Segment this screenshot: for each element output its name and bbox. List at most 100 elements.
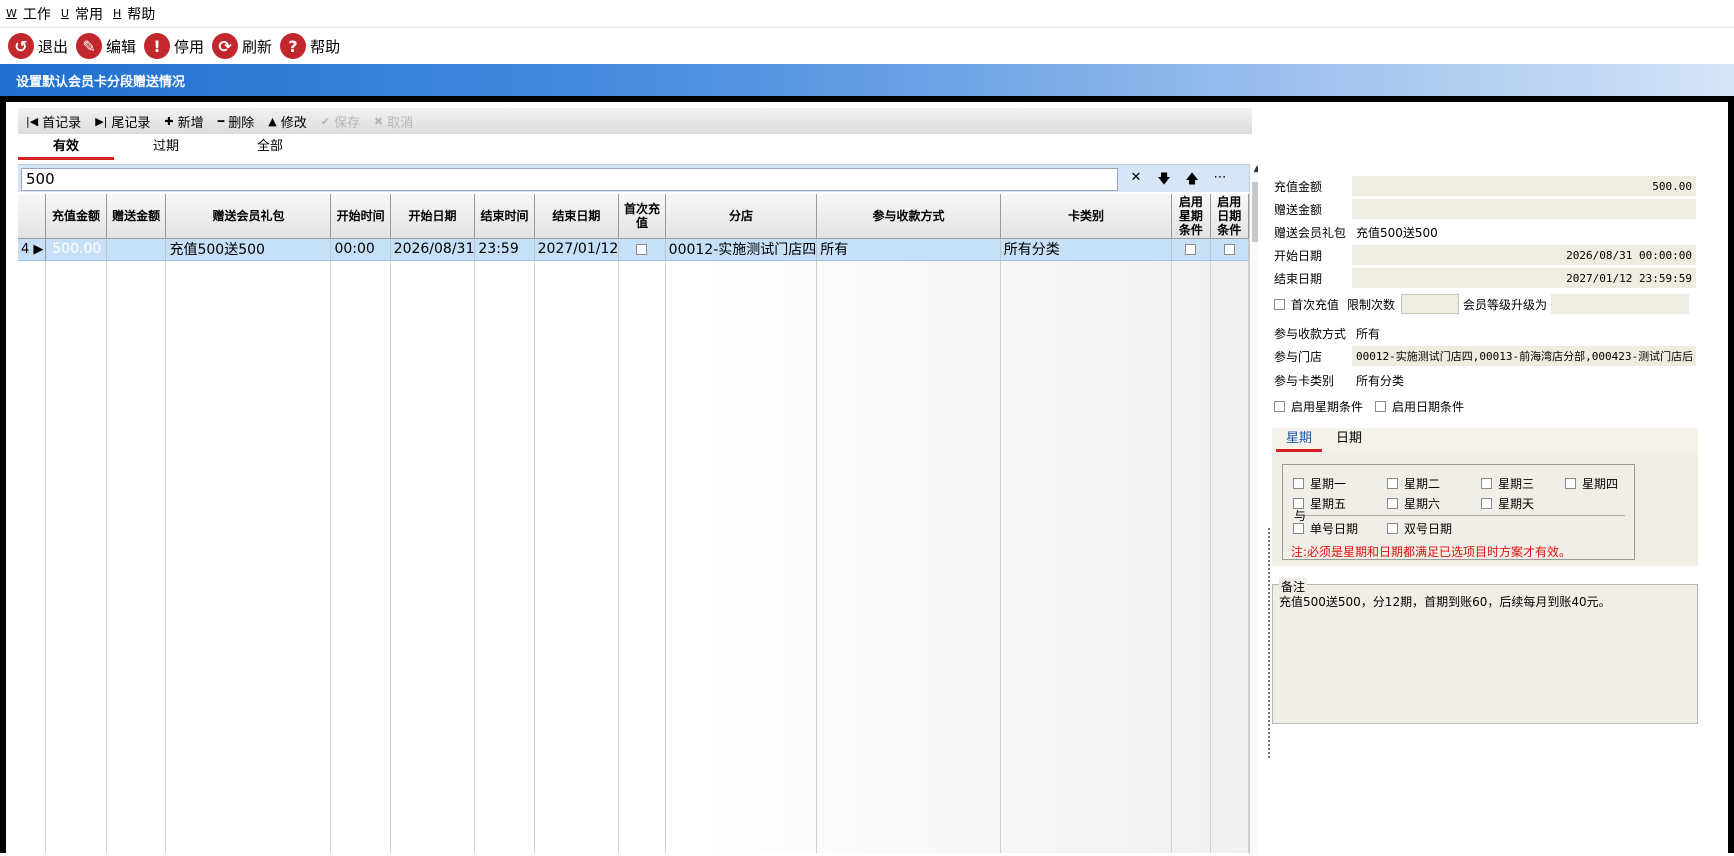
col-header[interactable]: 充值金额 [45,194,107,239]
enable-date-checkbox[interactable] [1375,401,1387,412]
cell-end-date[interactable]: 2027/01/12 [534,238,620,261]
weekday-mon[interactable]: 星期一 [1293,475,1346,492]
modify-button[interactable]: ▲ 修改 [268,112,306,131]
first-record-button[interactable]: |◀ 首记录 [26,112,81,131]
exit-icon: ↺ [8,33,34,59]
arrow-down-icon[interactable]: 🡇 [1152,170,1176,190]
enable-week-checkbox[interactable] [1274,401,1285,412]
menu-common[interactable]: U 常用 [61,4,103,24]
notes-box[interactable]: 备注 充值500送500，分12期，首期到账60，后续每月到账40元。 [1272,578,1698,724]
cell-end-time[interactable]: 23:59 [474,238,535,261]
col-header[interactable]: 参与收款方式 [816,194,1001,239]
weekday-checkbox[interactable] [1387,498,1398,509]
panel-splitter[interactable] [1268,528,1270,758]
tab-week[interactable]: 星期 [1276,428,1322,452]
col-header[interactable]: 分店 [665,194,818,239]
weekday-sun[interactable]: 星期天 [1481,495,1534,512]
delete-button[interactable]: ━ 删除 [218,112,255,131]
cell-start-date[interactable]: 2026/08/31 [390,238,476,261]
enable-date-checkbox[interactable] [1223,243,1235,255]
col-header[interactable]: 结束时间 [474,194,535,239]
cell-enable-week[interactable] [1171,238,1211,261]
cell-payment[interactable]: 所有 [816,238,1001,261]
col-header[interactable]: 开始时间 [330,194,391,239]
weekday-sat[interactable]: 星期六 [1387,495,1440,512]
gift-pack-value[interactable]: 充值500送500 [1352,222,1696,242]
weekday-checkbox[interactable] [1481,478,1492,489]
col-header[interactable]: 启用日期条件 [1210,194,1249,239]
cell-first-recharge[interactable] [618,238,666,261]
odd-date[interactable]: 单号日期 [1293,520,1358,537]
odd-date-label: 单号日期 [1310,522,1359,536]
col-header[interactable]: 结束日期 [534,194,620,239]
exit-button[interactable]: ↺ 退出 [8,33,68,59]
payment-label: 参与收款方式 [1274,326,1347,341]
start-date-value[interactable]: 2026/08/31 00:00:00 [1352,245,1696,265]
weekday-checkbox[interactable] [1565,478,1576,489]
save-button[interactable]: ✔ 保存 [321,112,360,131]
cell-gift-amount[interactable] [106,238,167,261]
cell-branch[interactable]: 00012-实施测试门店四 [665,238,818,261]
weekday-checkbox[interactable] [1387,478,1398,489]
weekday-wed[interactable]: 星期三 [1481,475,1534,492]
cell-recharge[interactable]: 500.00 [45,238,107,261]
exclamation-icon: ! [144,33,171,59]
gift-amount-label: 赠送金额 [1274,202,1323,217]
tab-valid[interactable]: 有效 [18,136,114,160]
col-header[interactable]: 启用星期条件 [1171,194,1211,239]
first-recharge-label: 首次充值 [1291,297,1340,312]
payment-value[interactable]: 所有 [1352,323,1696,343]
store-value[interactable]: 00012-实施测试门店四,00013-前海湾店分部,000423-测试门店后 [1352,346,1696,366]
menu-help[interactable]: H 帮助 [113,4,155,24]
menu-common-label: 常用 [74,6,103,23]
cell-start-time[interactable]: 00:00 [330,238,391,261]
limit-count-input[interactable] [1401,294,1460,314]
cell-enable-date[interactable] [1210,238,1249,261]
weekday-thu[interactable]: 星期四 [1565,475,1618,492]
recharge-value[interactable]: 500.00 [1352,176,1696,196]
save-label: 保存 [333,115,360,131]
more-icon[interactable]: ⋯ [1208,170,1232,190]
first-recharge-checkbox[interactable] [636,243,648,255]
card-type-value[interactable]: 所有分类 [1352,370,1696,390]
filter-input[interactable]: 500 [21,168,1118,191]
weekday-tue[interactable]: 星期二 [1387,475,1440,492]
end-date-value[interactable]: 2027/01/12 23:59:59 [1352,268,1696,288]
clear-filter-icon[interactable]: ✕ [1124,170,1148,190]
tab-expired[interactable]: 过期 [114,136,218,160]
row-indicator[interactable]: 4 ▶ [18,238,47,261]
odd-date-checkbox[interactable] [1293,523,1304,534]
data-grid: 充值金额 赠送金额 赠送会员礼包 开始时间 开始日期 结束时间 结束日期 首次充… [18,194,1249,853]
menu-work[interactable]: W 工作 [6,4,51,24]
cell-card-type[interactable]: 所有分类 [1000,238,1173,261]
weekday-checkbox[interactable] [1293,478,1304,489]
col-header[interactable]: 首次充值 [618,194,666,239]
cell-gift-pack[interactable]: 充值500送500 [165,238,332,261]
even-date-checkbox[interactable] [1387,523,1398,534]
cancel-button[interactable]: ✖ 取消 [374,112,413,131]
tab-date[interactable]: 日期 [1326,428,1372,452]
add-button[interactable]: ✚ 新增 [164,112,203,131]
table-row[interactable]: 4 ▶ 500.00 充值500送500 00:00 2026/08/31 23… [18,238,1249,261]
tab-all[interactable]: 全部 [218,136,322,160]
enable-week-checkbox[interactable] [1185,243,1197,255]
upgrade-value[interactable] [1551,294,1690,314]
gift-amount-value[interactable] [1352,199,1696,219]
col-header[interactable]: 开始日期 [390,194,476,239]
arrow-up-icon[interactable]: 🡅 [1180,170,1204,190]
col-header[interactable]: 赠送会员礼包 [165,194,332,239]
first-recharge-checkbox[interactable] [1274,298,1285,310]
menu-help-key: H [112,7,122,20]
refresh-button[interactable]: ⟳ 刷新 [212,33,272,59]
end-date-field: 结束日期 2027/01/12 23:59:59 [1274,268,1696,288]
help-button[interactable]: ? 帮助 [280,33,340,59]
last-record-button[interactable]: ▶| 尾记录 [95,112,150,131]
even-date[interactable]: 双号日期 [1387,520,1452,537]
col-header[interactable]: 赠送金额 [106,194,167,239]
weekday-checkbox[interactable] [1481,498,1492,509]
disable-button[interactable]: ! 停用 [144,33,204,59]
edit-button[interactable]: ✎ 编辑 [76,33,136,59]
empty-cell [18,260,47,853]
refresh-label: 刷新 [242,37,273,56]
col-header[interactable]: 卡类别 [1000,194,1173,239]
